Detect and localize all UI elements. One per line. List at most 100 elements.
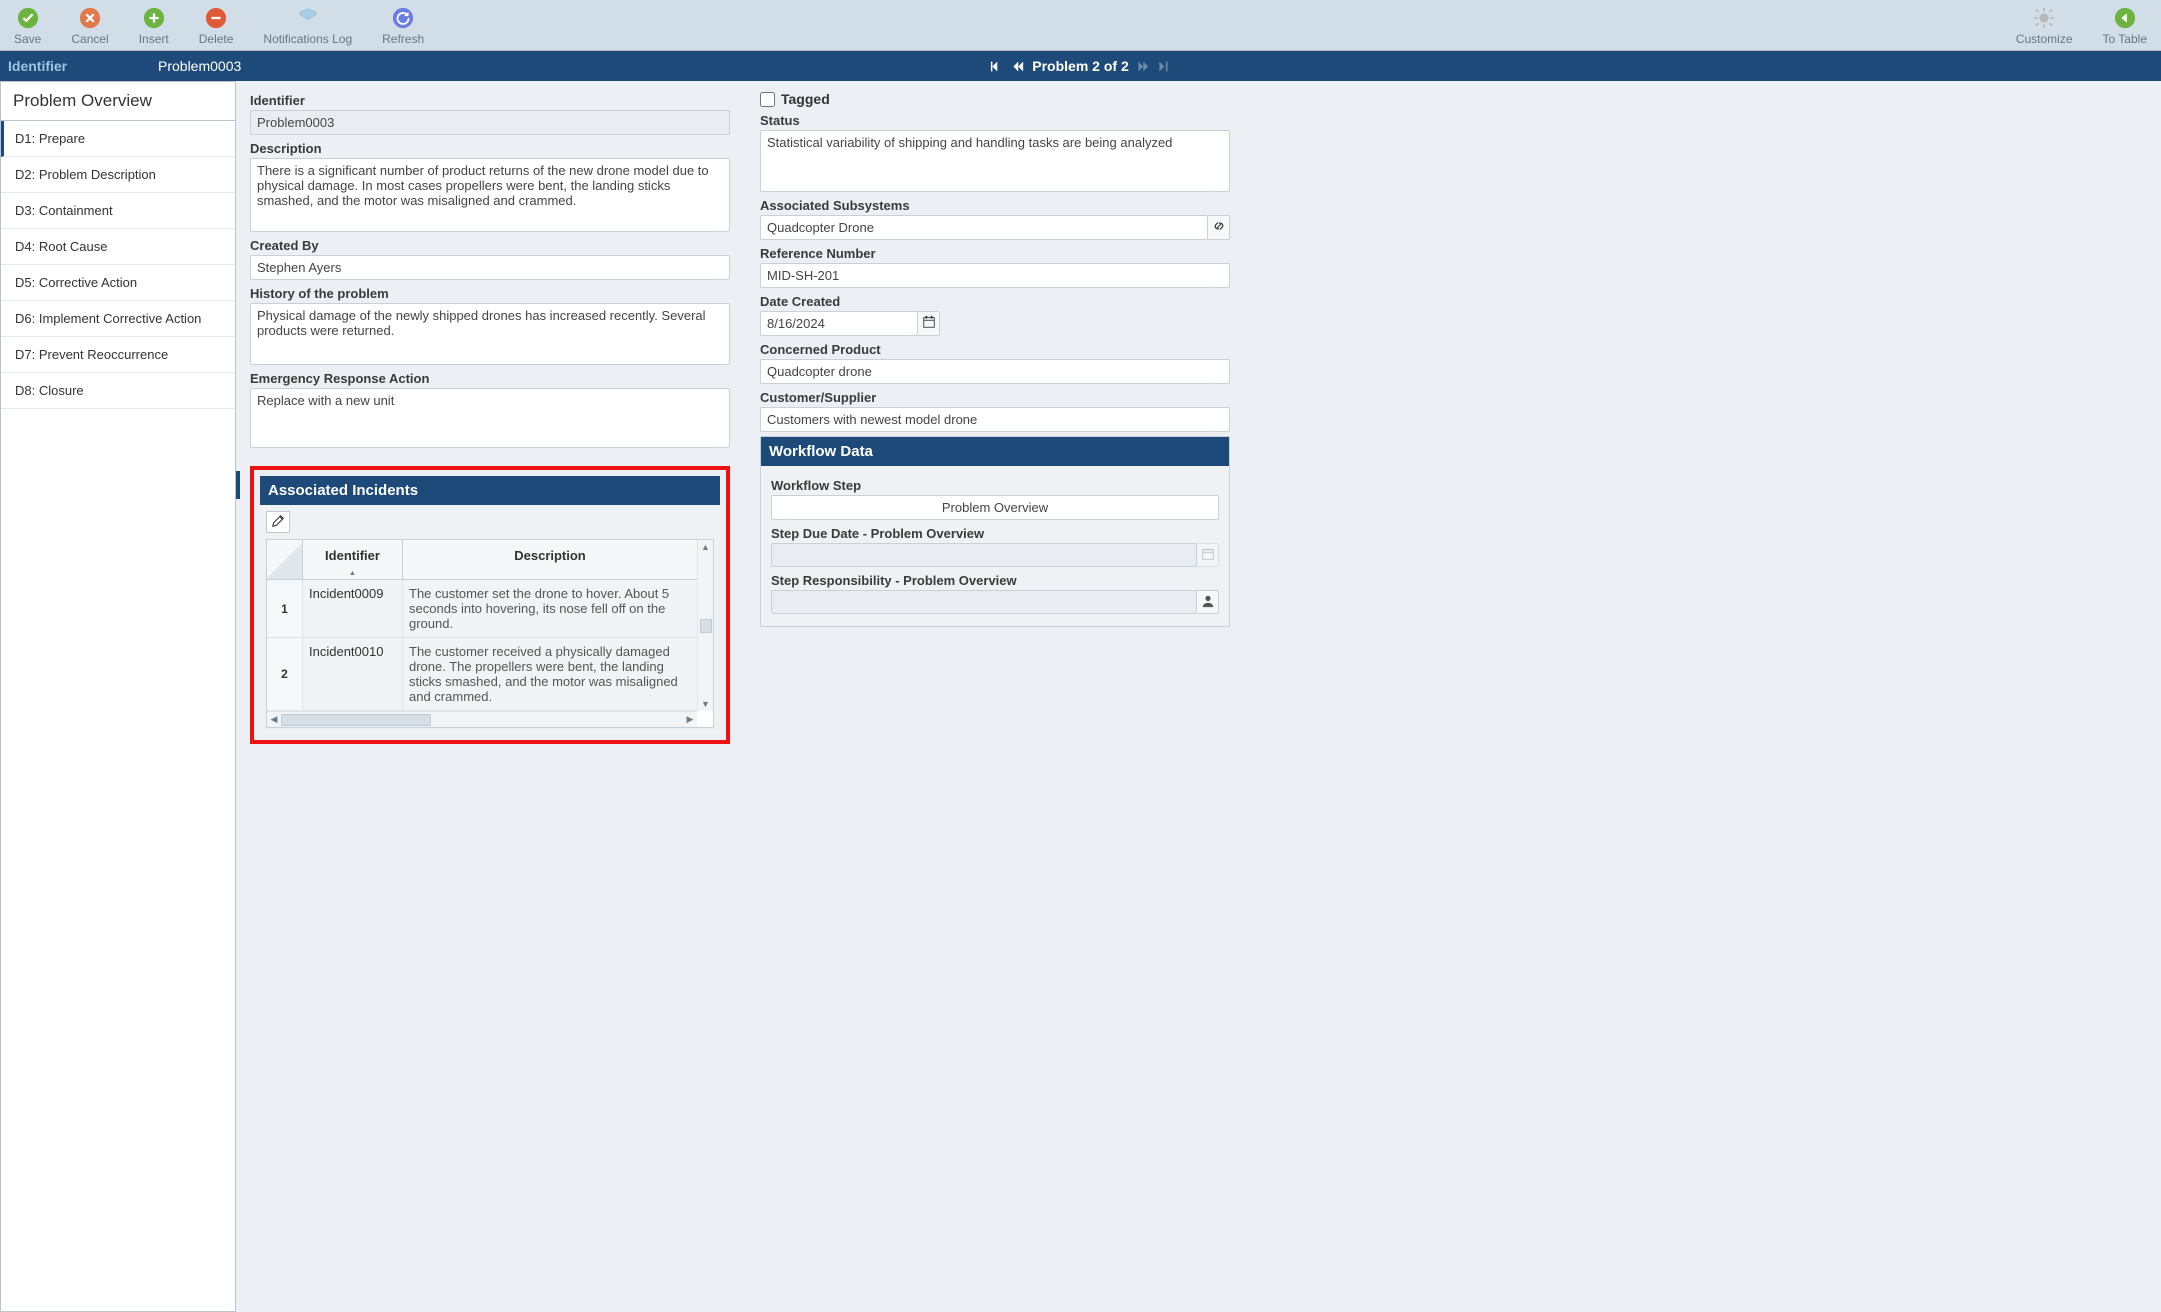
assoc-sub-value[interactable]: Quadcopter Drone — [760, 215, 1208, 240]
emergency-label: Emergency Response Action — [250, 371, 730, 386]
scroll-up-icon[interactable]: ▲ — [699, 540, 713, 554]
scroll-right-icon[interactable]: ▶ — [683, 713, 697, 727]
notifications-button[interactable]: Notifications Log — [259, 4, 356, 48]
insert-label: Insert — [139, 32, 169, 46]
x-circle-icon — [78, 6, 102, 30]
incidents-header: Associated Incidents — [260, 476, 720, 505]
delete-label: Delete — [199, 32, 234, 46]
refresh-label: Refresh — [382, 32, 424, 46]
custsup-label: Customer/Supplier — [760, 390, 1230, 405]
workflow-header: Workflow Data — [761, 437, 1229, 466]
scroll-left-icon[interactable]: ◀ — [267, 713, 281, 727]
prev-page-icon[interactable] — [1011, 60, 1024, 73]
wf-resp-value[interactable] — [771, 590, 1197, 614]
concerned-value[interactable]: Quadcopter drone — [760, 359, 1230, 384]
pencil-icon — [271, 514, 285, 531]
check-circle-icon — [16, 6, 40, 30]
sidebar-item-d7[interactable]: D7: Prevent Reoccurrence — [1, 337, 235, 373]
concerned-label: Concerned Product — [760, 342, 1230, 357]
incidents-grid: Identifier Description 1 Incident0009 Th… — [266, 539, 714, 728]
createdby-label: Created By — [250, 238, 730, 253]
calendar-icon — [1201, 547, 1215, 564]
totable-label: To Table — [2103, 32, 2147, 46]
wf-person-button[interactable] — [1197, 590, 1219, 614]
cancel-label: Cancel — [71, 32, 108, 46]
col-description[interactable]: Description — [403, 540, 697, 579]
calendar-icon — [922, 315, 936, 332]
col-identifier[interactable]: Identifier — [303, 540, 403, 579]
pager-text: Problem 2 of 2 — [1032, 58, 1128, 74]
wf-step-label: Workflow Step — [771, 478, 1219, 493]
description-label: Description — [250, 141, 730, 156]
link-icon — [1212, 219, 1226, 236]
row-identifier: Incident0010 — [303, 638, 403, 710]
emergency-input[interactable]: Replace with a new unit — [250, 388, 730, 448]
wf-due-value[interactable] — [771, 543, 1197, 567]
sidebar-item-d4[interactable]: D4: Root Cause — [1, 229, 235, 265]
edge-tab[interactable] — [236, 471, 240, 499]
pager: Problem 2 of 2 — [990, 58, 1170, 74]
grid-scrollbar-x[interactable]: ◀ ▶ — [267, 711, 697, 727]
history-label: History of the problem — [250, 286, 730, 301]
datecreated-label: Date Created — [760, 294, 1230, 309]
status-input[interactable]: Statistical variability of shipping and … — [760, 130, 1230, 192]
table-row[interactable]: 1 Incident0009 The customer set the dron… — [267, 580, 697, 638]
table-row[interactable]: 2 Incident0010 The customer received a p… — [267, 638, 697, 711]
next-page-icon[interactable] — [1137, 60, 1150, 73]
customize-label: Customize — [2016, 32, 2073, 46]
sidebar-item-d3[interactable]: D3: Containment — [1, 193, 235, 229]
createdby-value[interactable]: Stephen Ayers — [250, 255, 730, 280]
refresh-icon — [391, 6, 415, 30]
identifier-value: Problem0003 — [250, 110, 730, 135]
wf-calendar-button[interactable] — [1197, 543, 1219, 567]
row-description: The customer set the drone to hover. Abo… — [403, 580, 697, 637]
identifier-label: Identifier — [250, 93, 730, 108]
cancel-button[interactable]: Cancel — [67, 4, 112, 48]
refresh-button[interactable]: Refresh — [378, 4, 428, 48]
grid-scrollbar-y[interactable]: ▲ ▼ — [697, 540, 713, 711]
row-description: The customer received a physically damag… — [403, 638, 697, 710]
sidebar-item-d5[interactable]: D5: Corrective Action — [1, 265, 235, 301]
description-input[interactable]: There is a significant number of product… — [250, 158, 730, 232]
scroll-down-icon[interactable]: ▼ — [699, 697, 713, 711]
sidebar-item-d8[interactable]: D8: Closure — [1, 373, 235, 409]
notifications-label: Notifications Log — [263, 32, 352, 46]
edit-incidents-button[interactable] — [266, 511, 290, 533]
link-button[interactable] — [1208, 215, 1230, 240]
header-bar: Identifier Problem0003 Problem 2 of 2 — [0, 51, 2161, 81]
save-button[interactable]: Save — [10, 4, 45, 48]
workflow-panel: Workflow Data Workflow Step Problem Over… — [760, 436, 1230, 627]
toolbar: Save Cancel Insert Delete Notifications … — [0, 0, 2161, 51]
customize-button[interactable]: Customize — [2012, 4, 2077, 48]
tagged-checkbox[interactable] — [760, 92, 775, 107]
history-input[interactable]: Physical damage of the newly shipped dro… — [250, 303, 730, 365]
row-number: 1 — [267, 580, 303, 637]
sidebar-item-d6[interactable]: D6: Implement Corrective Action — [1, 301, 235, 337]
sidebar-item-d2[interactable]: D2: Problem Description — [1, 157, 235, 193]
row-number: 2 — [267, 638, 303, 710]
save-label: Save — [14, 32, 41, 46]
sidebar: Problem Overview D1: Prepare D2: Problem… — [0, 81, 236, 1312]
totable-button[interactable]: To Table — [2099, 4, 2151, 48]
header-identifier: Problem0003 — [158, 58, 241, 74]
person-icon — [1201, 594, 1215, 611]
refnum-label: Reference Number — [760, 246, 1230, 261]
gear-icon — [2032, 6, 2056, 30]
wf-step-value[interactable]: Problem Overview — [771, 495, 1219, 520]
wf-resp-label: Step Responsibility - Problem Overview — [771, 573, 1219, 588]
status-label: Status — [760, 113, 1230, 128]
assoc-sub-label: Associated Subsystems — [760, 198, 1230, 213]
sidebar-header: Problem Overview — [1, 82, 235, 121]
mail-icon — [296, 6, 320, 30]
wf-due-label: Step Due Date - Problem Overview — [771, 526, 1219, 541]
row-identifier: Incident0009 — [303, 580, 403, 637]
calendar-button[interactable] — [918, 311, 940, 336]
sidebar-item-d1[interactable]: D1: Prepare — [1, 121, 235, 157]
first-page-icon[interactable] — [990, 60, 1003, 73]
custsup-value[interactable]: Customers with newest model drone — [760, 407, 1230, 432]
delete-button[interactable]: Delete — [195, 4, 238, 48]
refnum-value[interactable]: MID-SH-201 — [760, 263, 1230, 288]
last-page-icon[interactable] — [1158, 60, 1171, 73]
insert-button[interactable]: Insert — [135, 4, 173, 48]
datecreated-value[interactable]: 8/16/2024 — [760, 311, 918, 336]
